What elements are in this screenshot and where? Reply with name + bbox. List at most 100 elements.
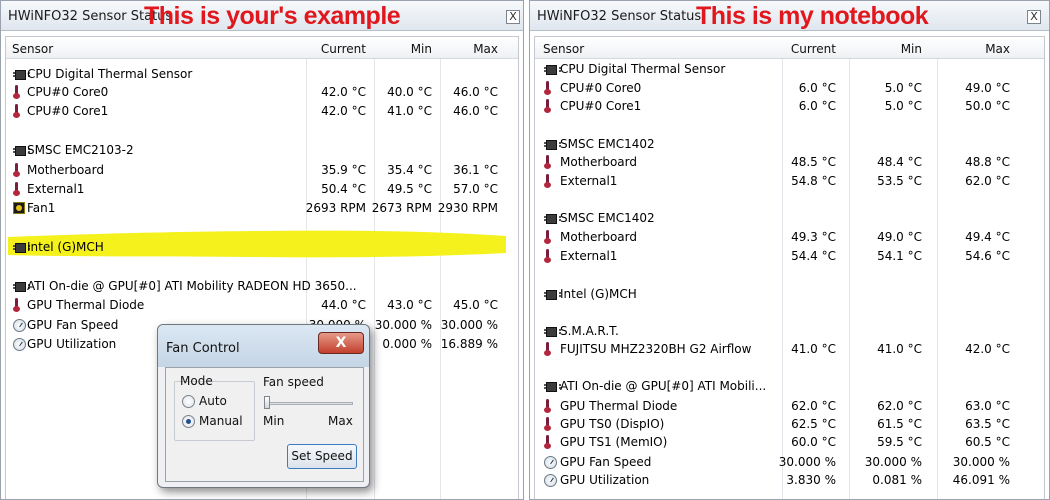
value-current: 42.0 °C — [321, 85, 366, 99]
thermometer-icon — [544, 399, 552, 413]
fan-speed-slider-track[interactable] — [265, 402, 353, 405]
value-min: 0.000 % — [382, 337, 432, 351]
sensor-name: S.M.A.R.T. — [560, 324, 619, 338]
column-header-min[interactable]: Min — [901, 42, 922, 56]
column-header-max[interactable]: Max — [985, 42, 1010, 56]
dialog-titlebar[interactable]: Fan Control X — [158, 325, 369, 367]
value-min: 62.0 °C — [877, 399, 922, 413]
sensor-name: CPU Digital Thermal Sensor — [560, 62, 726, 76]
sensor-name: Intel (G)MCH — [27, 240, 104, 254]
column-header-sensor[interactable]: Sensor — [543, 42, 584, 56]
value-max: 46.091 % — [952, 473, 1010, 487]
column-header-max[interactable]: Max — [473, 42, 498, 56]
thermometer-icon — [544, 249, 552, 263]
chip-icon — [544, 288, 561, 300]
chip-icon — [13, 144, 30, 156]
sensor-name: FUJITSU MHZ2320BH G2 Airflow — [560, 342, 752, 356]
thermometer-icon — [13, 104, 21, 118]
value-current: 54.4 °C — [791, 249, 836, 263]
chip-icon — [544, 380, 561, 392]
value-current: 44.0 °C — [321, 298, 366, 312]
value-current: 3.830 % — [786, 473, 836, 487]
sensor-name: SMSC EMC2103-2 — [27, 143, 134, 157]
sensor-name: CPU#0 Core0 — [27, 85, 109, 99]
annotation-text: This is my notebook — [696, 2, 929, 30]
radio-manual[interactable] — [182, 415, 195, 428]
dialog-title: Fan Control — [166, 341, 240, 356]
thermometer-icon — [544, 342, 552, 356]
column-header-current[interactable]: Current — [321, 42, 366, 56]
value-current: 62.5 °C — [791, 417, 836, 431]
column-header-sensor[interactable]: Sensor — [12, 42, 53, 56]
value-max: 48.8 °C — [965, 155, 1010, 169]
value-max: 50.0 °C — [965, 99, 1010, 113]
value-min: 30.000 % — [864, 455, 922, 469]
sensor-name: GPU Thermal Diode — [560, 399, 678, 413]
value-min: 59.5 °C — [877, 435, 922, 449]
set-speed-button[interactable]: Set Speed — [287, 444, 357, 469]
value-min: 41.0 °C — [877, 342, 922, 356]
value-max: 30.000 % — [952, 455, 1010, 469]
thermometer-icon — [544, 230, 552, 244]
thermometer-icon — [13, 163, 21, 177]
table-header: Sensor Current Min Max — [535, 37, 1044, 59]
chip-icon — [13, 280, 30, 292]
fan-speed-slider-thumb[interactable] — [264, 396, 270, 409]
value-current: 2693 RPM — [305, 201, 366, 215]
sensor-name: GPU TS1 (MemIO) — [560, 435, 668, 449]
thermometer-icon — [544, 99, 552, 113]
gauge-icon — [13, 319, 26, 332]
value-current: 54.8 °C — [791, 174, 836, 188]
window-titlebar[interactable]: HWiNFO32 Sensor Status This is my notebo… — [530, 1, 1049, 31]
value-max: 30.000 % — [440, 318, 498, 332]
close-button[interactable]: X — [506, 10, 520, 24]
sensor-name: CPU#0 Core1 — [560, 99, 642, 113]
fan-icon — [13, 202, 25, 214]
thermometer-icon — [544, 435, 552, 449]
mode-group — [174, 381, 255, 441]
value-min: 5.0 °C — [884, 99, 922, 113]
thermometer-icon — [544, 417, 552, 431]
value-max: 63.0 °C — [965, 399, 1010, 413]
value-max: 54.6 °C — [965, 249, 1010, 263]
value-min: 49.0 °C — [877, 230, 922, 244]
auto-label[interactable]: Auto — [199, 394, 227, 408]
manual-label[interactable]: Manual — [199, 414, 243, 428]
value-min: 54.1 °C — [877, 249, 922, 263]
value-min: 0.081 % — [872, 473, 922, 487]
value-min: 49.5 °C — [387, 182, 432, 196]
value-current: 30.000 % — [778, 455, 836, 469]
value-current: 41.0 °C — [791, 342, 836, 356]
value-min: 48.4 °C — [877, 155, 922, 169]
gauge-icon — [13, 338, 26, 351]
sensor-table: Sensor Current Min Max CPU Digital Therm… — [534, 36, 1045, 499]
sensor-name: GPU Utilization — [560, 473, 650, 487]
thermometer-icon — [13, 182, 21, 196]
sensor-window-notebook: HWiNFO32 Sensor Status This is my notebo… — [529, 0, 1050, 500]
value-current: 60.0 °C — [791, 435, 836, 449]
sensor-name: ATI On-die @ GPU[#0] ATI Mobili... — [560, 379, 767, 393]
value-max: 57.0 °C — [453, 182, 498, 196]
chip-icon — [544, 138, 561, 150]
value-current: 42.0 °C — [321, 104, 366, 118]
value-min: 5.0 °C — [884, 81, 922, 95]
sensor-name: CPU#0 Core0 — [560, 81, 642, 95]
value-min: 41.0 °C — [387, 104, 432, 118]
value-max: 49.0 °C — [965, 81, 1010, 95]
sensor-name: Motherboard — [560, 155, 637, 169]
value-current: 6.0 °C — [798, 81, 836, 95]
column-header-min[interactable]: Min — [411, 42, 432, 56]
dialog-close-button[interactable]: X — [318, 332, 364, 354]
value-max: 46.0 °C — [453, 104, 498, 118]
value-max: 60.5 °C — [965, 435, 1010, 449]
window-titlebar[interactable]: HWiNFO32 Sensor Status This is your's ex… — [1, 1, 523, 31]
column-header-current[interactable]: Current — [791, 42, 836, 56]
sensor-name: Fan1 — [27, 201, 56, 215]
sensor-name: GPU Thermal Diode — [27, 298, 145, 312]
close-button[interactable]: X — [1027, 10, 1041, 24]
radio-auto[interactable] — [182, 395, 195, 408]
value-min: 30.000 % — [374, 318, 432, 332]
value-min: 35.4 °C — [387, 163, 432, 177]
chip-icon — [544, 212, 561, 224]
value-current: 48.5 °C — [791, 155, 836, 169]
